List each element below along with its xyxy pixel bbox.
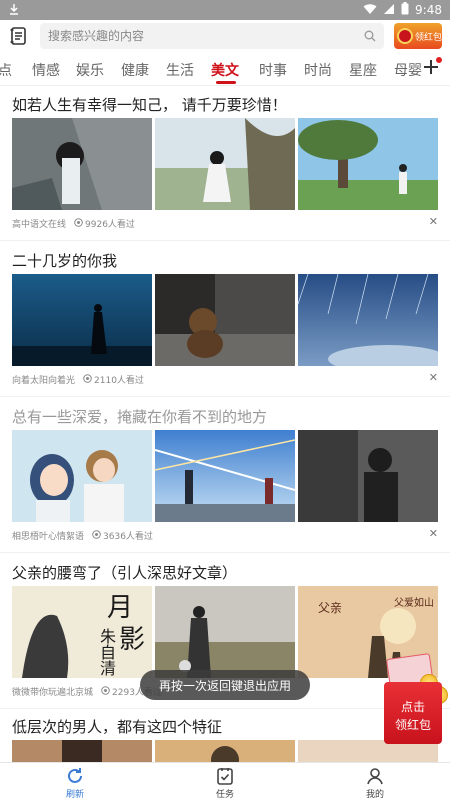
wifi-icon (363, 3, 377, 18)
article-views: 2110人看过 (94, 376, 144, 386)
nav-tasks[interactable]: 任务 (150, 763, 300, 800)
task-icon (215, 766, 235, 786)
new-dot (436, 57, 442, 63)
notes-menu-icon[interactable] (8, 25, 30, 47)
article-title[interactable]: 总有一些深爱，掩藏在你看不到的地方 (12, 406, 267, 427)
exit-toast: 再按一次返回键退出应用 (140, 670, 310, 700)
article-views: 9926人看过 (85, 220, 135, 230)
nav-label: 任务 (215, 790, 234, 800)
app-screen: 9:48 领红包 点 情感 娱乐 健康 生活 美文 时事 时尚 星座 母婴 (0, 0, 450, 800)
thumb-image[interactable] (12, 118, 152, 210)
tab-fashion[interactable]: 时尚 (304, 60, 332, 80)
dismiss-icon[interactable]: ✕ (429, 215, 438, 228)
calligraphy-char: 月 (107, 593, 133, 623)
search-icon[interactable] (364, 27, 376, 46)
signal-icon (383, 3, 395, 18)
floating-redpack-button[interactable]: 点击 领红包 (384, 653, 448, 746)
floating-redpack-body[interactable]: 点击 领红包 (384, 682, 442, 744)
views-icon (74, 217, 83, 230)
article-thumbnails[interactable] (12, 118, 438, 210)
thumb-image[interactable]: 月 影 朱 自 清 (12, 586, 152, 678)
tab-current[interactable]: 时事 (259, 60, 287, 80)
tab-parenting[interactable]: 母婴 (394, 60, 422, 80)
article-source: 高中语文在线 (12, 220, 67, 230)
tab-dian[interactable]: 点 (0, 60, 12, 80)
redpack-coin-icon (397, 28, 413, 44)
search-box[interactable] (40, 23, 384, 49)
tab-essay[interactable]: 美文 (211, 60, 239, 80)
redpack-label: 领红包 (415, 32, 443, 43)
article-source: 向着太阳向着光 (12, 376, 76, 386)
article-thumbnails[interactable] (12, 274, 438, 366)
views-icon (92, 529, 101, 542)
tab-entertain[interactable]: 娱乐 (76, 60, 104, 80)
thumb-image[interactable] (298, 118, 438, 210)
poster-text: 父亲 (318, 601, 342, 615)
bottom-navigation: 刷新 任务 我的 (0, 762, 450, 800)
battery-icon (401, 2, 409, 18)
thumb-image[interactable] (12, 740, 152, 762)
article-meta: 高中语文在线 9926人看过 (12, 217, 135, 230)
nav-profile[interactable]: 我的 (300, 763, 450, 800)
article-meta: 向着太阳向着光 2110人看过 (12, 373, 144, 386)
nav-label: 我的 (365, 790, 384, 800)
article-source: 相思梧叶心情絮语 (12, 532, 85, 542)
tab-horoscope[interactable]: 星座 (349, 60, 377, 80)
nav-refresh[interactable]: 刷新 (0, 763, 150, 800)
search-input[interactable] (48, 29, 364, 43)
tab-health[interactable]: 健康 (121, 60, 149, 80)
thumb-image[interactable] (12, 274, 152, 366)
refresh-icon (65, 766, 85, 786)
floating-redpack-line1: 点击 (400, 700, 425, 714)
tab-emotion[interactable]: 情感 (32, 60, 60, 80)
divider (0, 240, 450, 241)
add-tab-icon[interactable] (422, 57, 442, 76)
poster-text: 父爱如山 (394, 596, 434, 609)
article-title[interactable]: 父亲的腰弯了（引人深思好文章） (12, 562, 237, 583)
category-tabs: 点 情感 娱乐 健康 生活 美文 时事 时尚 星座 母婴 (0, 52, 450, 86)
active-tab-indicator (216, 81, 236, 84)
calligraphy-char: 清 (100, 659, 116, 678)
article-thumbnails[interactable]: 月 影 朱 自 清 父亲 父爱如山 (12, 586, 438, 678)
thumb-image[interactable] (155, 274, 295, 366)
divider (0, 708, 450, 709)
profile-icon (365, 766, 385, 786)
article-thumbnails[interactable] (12, 740, 438, 762)
article-thumbnails[interactable] (12, 430, 438, 522)
nav-label: 刷新 (65, 790, 84, 800)
views-icon (101, 685, 110, 698)
status-time: 9:48 (415, 3, 442, 17)
thumb-image[interactable] (155, 740, 295, 762)
header: 领红包 (0, 20, 450, 52)
thumb-image[interactable] (155, 118, 295, 210)
calligraphy-char: 影 (119, 625, 145, 655)
thumb-image[interactable] (155, 430, 295, 522)
thumb-image[interactable] (12, 430, 152, 522)
article-title[interactable]: 低层次的男人，都有这四个特征 (12, 716, 222, 737)
tab-life[interactable]: 生活 (166, 60, 194, 80)
download-icon (8, 3, 20, 18)
article-feed[interactable]: 如若人生有幸得一知己， 请千万要珍惜！ 高中语文在线 9926人看过 ✕ 二十几… (0, 86, 450, 762)
divider (0, 552, 450, 553)
article-meta: 相思梧叶心情絮语 3636人看过 (12, 529, 153, 542)
floating-redpack-line2: 领红包 (394, 718, 431, 732)
dismiss-icon[interactable]: ✕ (429, 371, 438, 384)
status-bar: 9:48 (0, 0, 450, 20)
views-icon (83, 373, 92, 386)
article-source: 微微带你玩遍北京城 (12, 688, 94, 698)
thumb-image[interactable] (155, 586, 295, 678)
get-redpack-button[interactable]: 领红包 (394, 23, 442, 49)
article-views: 3636人看过 (103, 532, 153, 542)
divider (0, 396, 450, 397)
article-title[interactable]: 二十几岁的你我 (12, 250, 117, 271)
dismiss-icon[interactable]: ✕ (429, 527, 438, 540)
article-title[interactable]: 如若人生有幸得一知己， 请千万要珍惜！ (12, 94, 287, 115)
thumb-image[interactable] (298, 430, 438, 522)
thumb-image[interactable] (298, 274, 438, 366)
